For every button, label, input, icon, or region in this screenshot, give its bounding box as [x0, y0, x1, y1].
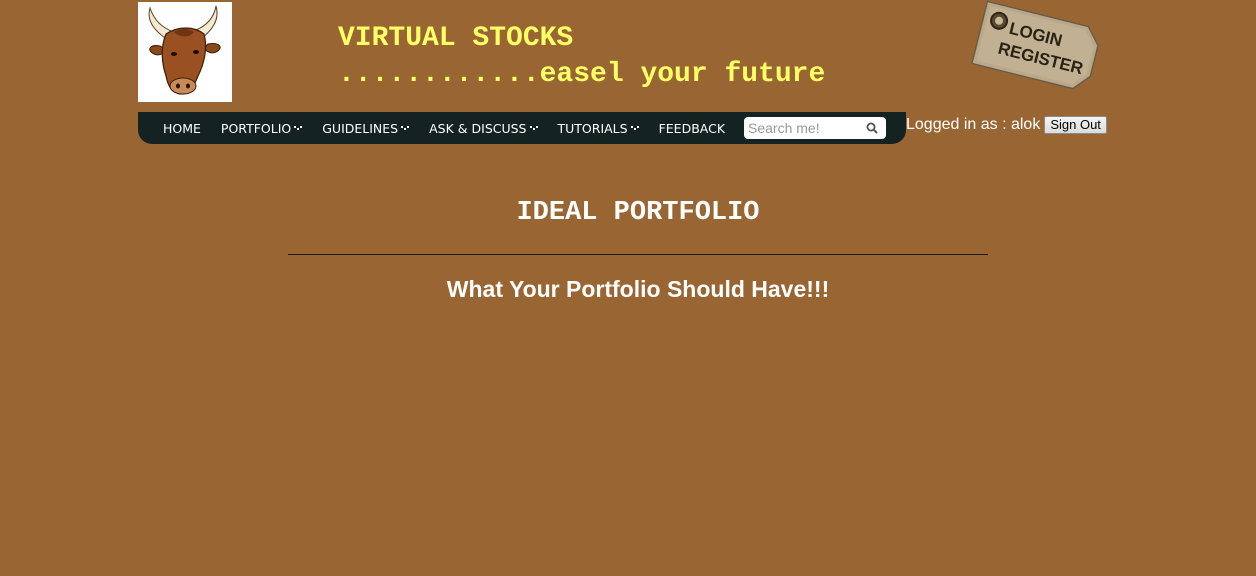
site-title: VIRTUAL STOCKS [338, 23, 574, 54]
main-navbar: HOME PORTFOLIO GUIDELINES ASK & DISCUSS … [138, 112, 906, 144]
nav-menu: HOME PORTFOLIO GUIDELINES ASK & DISCUSS … [153, 112, 735, 144]
nav-item-ask-discuss[interactable]: ASK & DISCUSS [419, 121, 547, 136]
heading-divider [288, 254, 988, 255]
page-title: IDEAL PORTFOLIO [516, 198, 760, 228]
nav-item-label: PORTFOLIO [220, 120, 292, 136]
sign-out-button[interactable]: Sign Out [1044, 116, 1107, 134]
site-tagline: ............easel your future [338, 59, 826, 90]
dropdown-caret-icon [401, 126, 410, 130]
nav-item-label: FEEDBACK [658, 120, 726, 136]
site-logo[interactable] [138, 2, 232, 102]
nav-item-label: TUTORIALS [557, 120, 628, 136]
nav-item-label: GUIDELINES [322, 120, 399, 136]
bull-head-icon [148, 5, 221, 95]
login-register-tag[interactable]: LOGIN REGISTER [964, 0, 1104, 92]
nav-item-guidelines[interactable]: GUIDELINES [312, 121, 419, 136]
search-input[interactable] [748, 119, 860, 137]
nav-item-portfolio[interactable]: PORTFOLIO [211, 121, 312, 136]
search-box [744, 117, 886, 139]
nav-item-home[interactable]: HOME [153, 121, 211, 136]
nav-item-label: HOME [163, 120, 201, 136]
nav-item-feedback[interactable]: FEEDBACK [649, 121, 735, 136]
user-status: Logged in as : alok Sign Out [906, 116, 1107, 134]
dropdown-caret-icon [294, 126, 303, 130]
logged-in-text: Logged in as : alok [906, 116, 1041, 133]
nav-item-tutorials[interactable]: TUTORIALS [548, 121, 649, 136]
nav-item-label: ASK & DISCUSS [429, 120, 527, 136]
search-icon[interactable] [866, 122, 878, 134]
dropdown-caret-icon [529, 126, 538, 130]
dropdown-caret-icon [630, 126, 639, 130]
page-subtitle: What Your Portfolio Should Have!!! [446, 276, 830, 302]
